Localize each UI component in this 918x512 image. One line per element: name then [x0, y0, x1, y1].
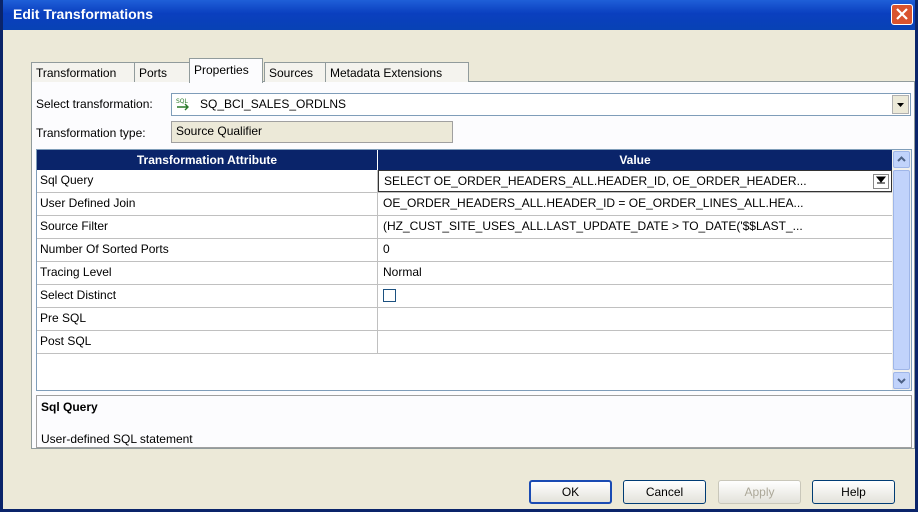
expand-editor-button[interactable]	[873, 174, 889, 189]
tab-properties[interactable]: Properties	[189, 58, 263, 83]
tab-ports[interactable]: Ports	[134, 62, 190, 82]
apply-button[interactable]: Apply	[718, 480, 801, 504]
scroll-thumb[interactable]	[893, 170, 910, 370]
close-button[interactable]	[891, 4, 913, 25]
table-row[interactable]: Number Of Sorted Ports 0	[37, 239, 892, 262]
properties-grid: Transformation Attribute Value Sql Query…	[36, 149, 912, 391]
value-cell[interactable]: (HZ_CUST_SITE_USES_ALL.LAST_UPDATE_DATE …	[378, 216, 892, 238]
attribute-cell: Select Distinct	[37, 285, 378, 307]
close-icon	[896, 8, 908, 20]
attribute-cell: Pre SQL	[37, 308, 378, 330]
chevron-up-icon	[897, 156, 906, 162]
tab-sources[interactable]: Sources	[264, 62, 326, 82]
table-row[interactable]: Pre SQL	[37, 308, 892, 331]
select-transformation-dropdown[interactable]: SQL SQ_BCI_SALES_ORDLNS	[171, 93, 911, 116]
transformation-type-value: Source Qualifier	[171, 121, 453, 143]
edit-transformations-dialog: Edit Transformations Transformation Port…	[0, 0, 918, 512]
value-cell[interactable]: OE_ORDER_HEADERS_ALL.HEADER_ID = OE_ORDE…	[378, 193, 892, 215]
title-bar[interactable]: Edit Transformations	[3, 0, 915, 30]
attribute-cell: Source Filter	[37, 216, 378, 238]
value-cell-editing[interactable]: SELECT OE_ORDER_HEADERS_ALL.HEADER_ID, O…	[378, 170, 892, 192]
sql-icon-text: SQL	[176, 98, 189, 105]
column-header-value[interactable]: Value	[378, 150, 892, 170]
open-editor-icon	[875, 176, 887, 184]
table-row[interactable]: User Defined Join OE_ORDER_HEADERS_ALL.H…	[37, 193, 892, 216]
vertical-scrollbar[interactable]	[892, 150, 911, 390]
table-row[interactable]: Select Distinct	[37, 285, 892, 308]
ok-button[interactable]: OK	[529, 480, 612, 504]
value-cell[interactable]: Normal	[378, 262, 892, 284]
dropdown-arrow-button[interactable]	[892, 95, 909, 114]
table-row[interactable]: Tracing Level Normal	[37, 262, 892, 285]
tab-transformation[interactable]: Transformation	[31, 62, 135, 82]
table-row[interactable]: Source Filter (HZ_CUST_SITE_USES_ALL.LAS…	[37, 216, 892, 239]
table-row[interactable]: Sql Query SELECT OE_ORDER_HEADERS_ALL.HE…	[37, 170, 892, 193]
select-transformation-label: Select transformation:	[36, 97, 153, 111]
description-title: Sql Query	[41, 400, 98, 414]
attribute-cell: Sql Query	[37, 170, 378, 192]
value-cell[interactable]: 0	[378, 239, 892, 261]
attribute-description-panel: Sql Query User-defined SQL statement	[36, 395, 912, 448]
attribute-cell: Tracing Level	[37, 262, 378, 284]
transformation-type-label: Transformation type:	[36, 126, 146, 140]
chevron-down-icon	[897, 103, 904, 107]
select-transformation-value: SQ_BCI_SALES_ORDLNS	[200, 97, 347, 111]
sql-source-qualifier-icon: SQL	[175, 97, 195, 111]
grid-header: Transformation Attribute Value	[37, 150, 892, 170]
value-cell[interactable]	[378, 331, 892, 353]
cancel-button[interactable]: Cancel	[623, 480, 706, 504]
scroll-up-button[interactable]	[893, 151, 910, 168]
tab-metadata-extensions[interactable]: Metadata Extensions	[325, 62, 469, 82]
value-cell	[378, 285, 892, 307]
window-title: Edit Transformations	[13, 6, 154, 22]
description-text: User-defined SQL statement	[41, 432, 193, 446]
select-distinct-checkbox[interactable]	[383, 289, 396, 302]
help-button[interactable]: Help	[812, 480, 895, 504]
attribute-cell: User Defined Join	[37, 193, 378, 215]
attribute-cell: Post SQL	[37, 331, 378, 353]
table-row[interactable]: Post SQL	[37, 331, 892, 354]
chevron-down-icon	[897, 378, 906, 384]
scroll-down-button[interactable]	[893, 372, 910, 389]
attribute-cell: Number Of Sorted Ports	[37, 239, 378, 261]
value-text: SELECT OE_ORDER_HEADERS_ALL.HEADER_ID, O…	[384, 174, 807, 188]
column-header-attribute[interactable]: Transformation Attribute	[37, 150, 378, 170]
value-cell[interactable]	[378, 308, 892, 330]
